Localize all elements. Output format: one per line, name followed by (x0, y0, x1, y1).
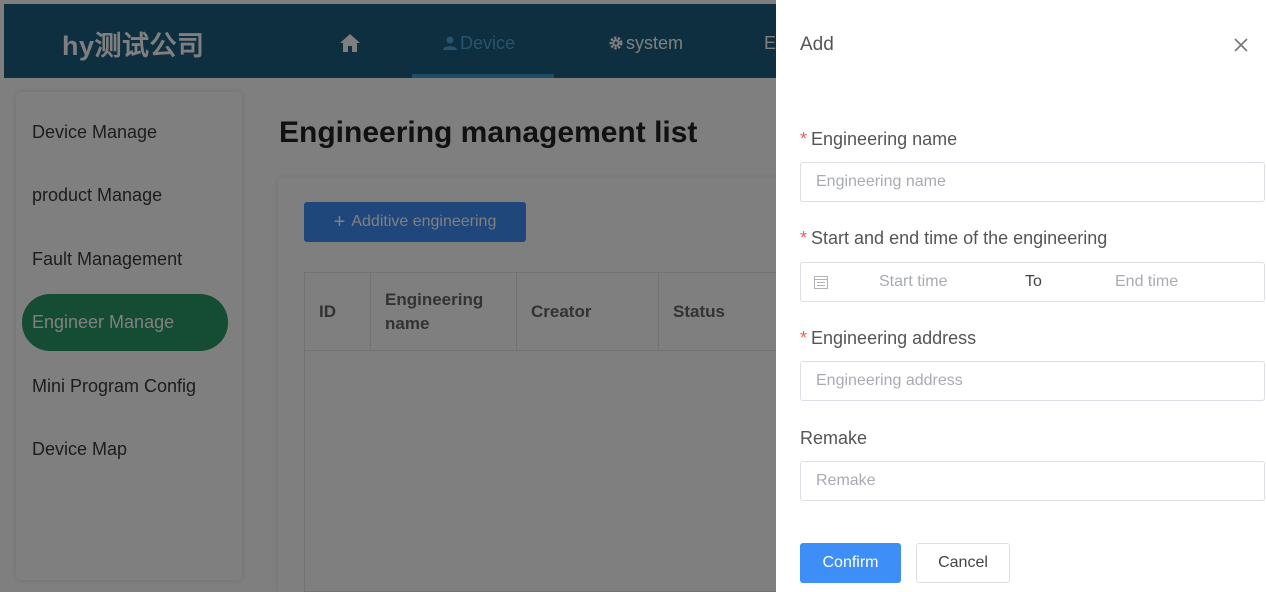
drawer-title: Add (800, 34, 834, 55)
engineering-address-input[interactable] (800, 361, 1265, 401)
end-time-input[interactable]: End time (1115, 273, 1178, 291)
close-icon[interactable] (1230, 34, 1252, 56)
confirm-button[interactable]: Confirm (800, 543, 901, 583)
modal-overlay[interactable] (0, 0, 776, 592)
required-marker: * (800, 129, 808, 149)
cancel-button[interactable]: Cancel (916, 543, 1010, 583)
engineering-address-label: * Engineering address (800, 328, 977, 348)
required-marker: * (800, 328, 808, 348)
date-range-picker[interactable]: Start time To End time (800, 262, 1265, 302)
engineering-time-label: * Start and end time of the engineering (800, 228, 1108, 248)
engineering-name-input[interactable] (800, 162, 1265, 202)
start-time-input[interactable]: Start time (879, 273, 947, 291)
remark-label: Remake (800, 428, 868, 448)
engineering-name-label: * Engineering name (800, 129, 958, 149)
remark-input[interactable] (800, 461, 1265, 501)
calendar-icon (814, 276, 828, 289)
required-marker: * (800, 228, 808, 248)
date-range-separator: To (1025, 273, 1042, 290)
add-drawer: Add *Engineering name *Start and end tim… (776, 0, 1266, 592)
